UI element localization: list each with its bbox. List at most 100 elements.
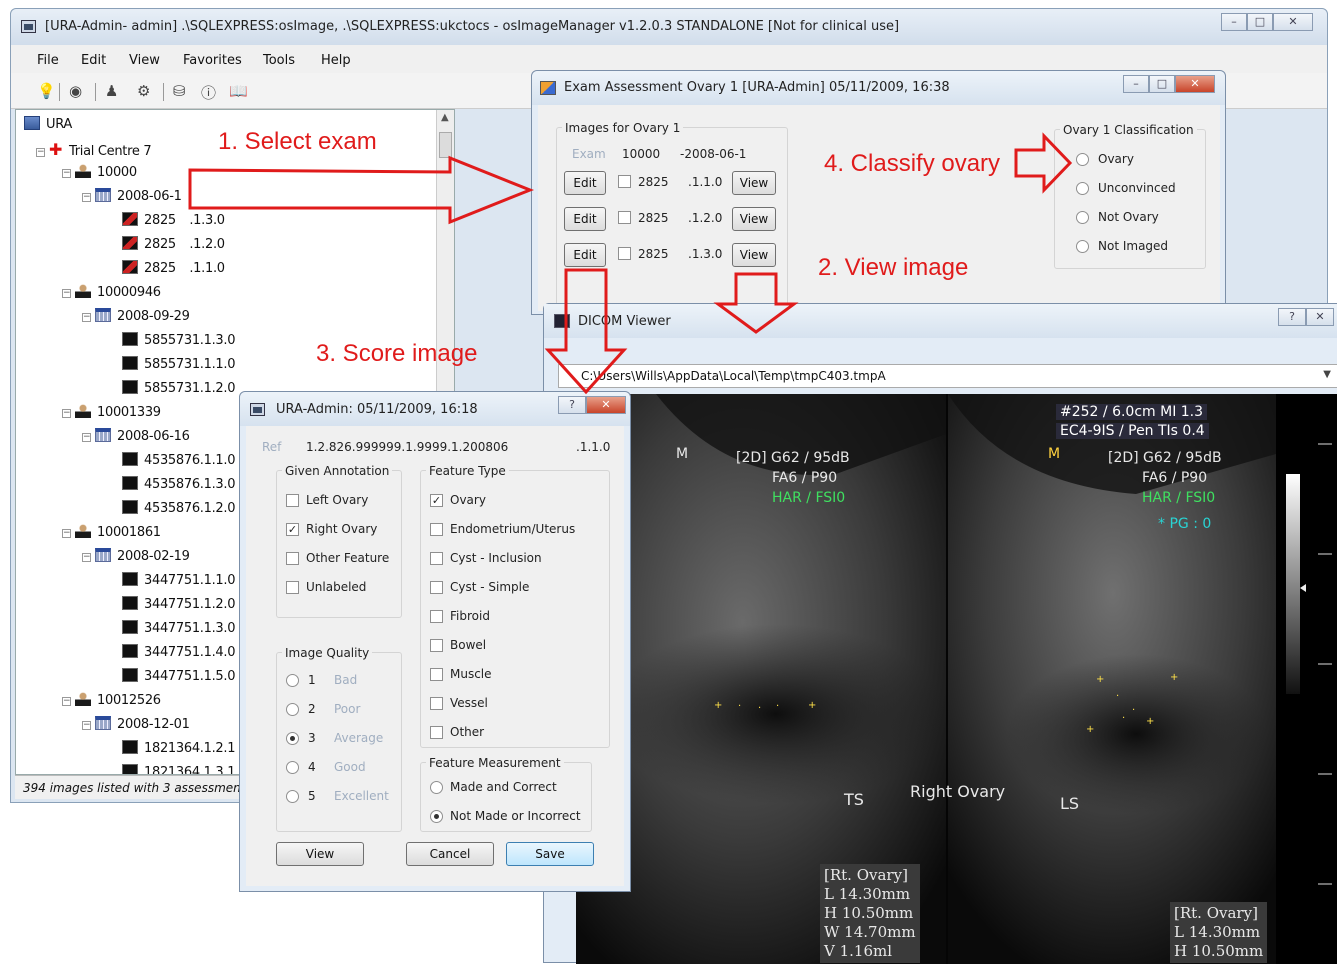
feature-vessel-checkbox[interactable] [430, 697, 443, 710]
ultrasound-image[interactable]: +... + +.. + + +. #252 / 6.0cm MI 1.3 EC4-9I… [576, 394, 1337, 964]
collapse-icon[interactable]: − [36, 148, 45, 157]
maximize-button[interactable]: □ [1247, 13, 1273, 31]
tree-image[interactable]: 2825 .1.3.0 [122, 212, 225, 228]
tree-patient[interactable]: −10001339 [62, 404, 161, 420]
tree-exam-date[interactable]: −2008-09-29 [82, 308, 190, 324]
score-close-button[interactable]: ✕ [586, 396, 626, 414]
feature-fibroid-checkbox[interactable] [430, 610, 443, 623]
image-row-checkbox[interactable] [618, 247, 631, 260]
menu-help[interactable]: Help [321, 53, 351, 68]
left-ovary-checkbox[interactable] [286, 494, 299, 507]
quality-5-radio[interactable] [286, 790, 299, 803]
score-view-button[interactable]: View [276, 842, 364, 866]
dicom-close-button[interactable]: ✕ [1306, 308, 1334, 326]
tree-image[interactable]: 3447751.1.3.0 [122, 620, 236, 636]
collapse-icon[interactable]: − [82, 193, 91, 202]
exam-close-button[interactable]: ✕ [1175, 75, 1215, 93]
feature-endometrium-checkbox[interactable] [430, 523, 443, 536]
users-settings-icon[interactable]: ⚙ [137, 82, 150, 100]
connect-icon[interactable]: ◉ [69, 82, 82, 100]
tree-image[interactable]: 2825 .1.2.0 [122, 236, 225, 252]
collapse-icon[interactable]: − [82, 553, 91, 562]
scroll-thumb[interactable] [439, 132, 452, 158]
score-cancel-button[interactable]: Cancel [406, 842, 494, 866]
tree-exam-date[interactable]: −2008-06-16 [82, 428, 190, 444]
edit-button[interactable]: Edit [564, 243, 606, 267]
image-row-checkbox[interactable] [618, 211, 631, 224]
tree-root[interactable]: URA [24, 116, 72, 132]
score-help-button[interactable]: ? [558, 396, 586, 414]
feature-muscle-checkbox[interactable] [430, 668, 443, 681]
tree-image[interactable]: 5855731.1.1.0 [122, 356, 236, 372]
tree-centre[interactable]: − ✚ Trial Centre 7 [36, 140, 152, 159]
tree-image[interactable]: 1821364.1.2.1 [122, 740, 236, 756]
tree-exam-date[interactable]: −2008-02-19 [82, 548, 190, 564]
feature-bowel-checkbox[interactable] [430, 639, 443, 652]
tree-image[interactable]: 4535876.1.2.0 [122, 500, 236, 516]
collapse-icon[interactable]: − [62, 289, 71, 298]
tree-image[interactable]: 4535876.1.1.0 [122, 452, 236, 468]
tree-image[interactable]: 5855731.1.2.0 [122, 380, 236, 396]
tree-image[interactable]: 2825 .1.1.0 [122, 260, 225, 276]
classify-unconvinced-radio[interactable] [1076, 182, 1089, 195]
menu-edit[interactable]: Edit [81, 53, 106, 68]
measurement-not-made-radio[interactable] [430, 810, 443, 823]
tree-image[interactable]: 4535876.1.3.0 [122, 476, 236, 492]
tree-image[interactable]: 3447751.1.4.0 [122, 644, 236, 660]
classify-not-ovary-radio[interactable] [1076, 211, 1089, 224]
right-ovary-checkbox[interactable]: ✓ [286, 523, 299, 536]
view-button[interactable]: View [732, 207, 776, 231]
score-save-button[interactable]: Save [506, 842, 594, 866]
database-icon[interactable]: ⛁ [173, 82, 186, 100]
tree-patient[interactable]: −10000 [62, 164, 137, 180]
scroll-up-icon[interactable]: ▲ [441, 112, 449, 123]
measurement-made-correct-radio[interactable] [430, 781, 443, 794]
classify-not-imaged-radio[interactable] [1076, 240, 1089, 253]
view-button[interactable]: View [732, 243, 776, 267]
dicom-path-combobox[interactable]: C:\Users\Wills\AppData\Local\Temp\tmpC40… [558, 364, 1337, 388]
view-button[interactable]: View [732, 171, 776, 195]
feature-cyst-simple-checkbox[interactable] [430, 581, 443, 594]
tree-patient[interactable]: −10000946 [62, 284, 161, 300]
tree-exam-date[interactable]: −2008-06-1 [82, 188, 182, 204]
tree-exam-date[interactable]: −2008-12-01 [82, 716, 190, 732]
unlabeled-checkbox[interactable] [286, 581, 299, 594]
exam-maximize-button[interactable]: □ [1149, 75, 1175, 93]
image-row-checkbox[interactable] [618, 175, 631, 188]
tree-image[interactable]: 3447751.1.5.0 [122, 668, 236, 684]
exam-minimize-button[interactable]: – [1123, 75, 1149, 93]
quality-4-radio[interactable] [286, 761, 299, 774]
collapse-icon[interactable]: − [82, 433, 91, 442]
feature-cyst-inclusion-checkbox[interactable] [430, 552, 443, 565]
tree-image[interactable]: 1821364.1.3.1 [122, 764, 236, 774]
menu-view[interactable]: View [129, 53, 160, 68]
help-book-icon[interactable]: 📖 [229, 82, 248, 100]
tree-image[interactable]: 3447751.1.2.0 [122, 596, 236, 612]
minimize-button[interactable]: – [1221, 13, 1247, 31]
menu-tools[interactable]: Tools [263, 53, 295, 68]
tree-image[interactable]: 3447751.1.1.0 [122, 572, 236, 588]
collapse-icon[interactable]: − [82, 721, 91, 730]
collapse-icon[interactable]: − [62, 169, 71, 178]
collapse-icon[interactable]: − [62, 529, 71, 538]
classify-ovary-radio[interactable] [1076, 153, 1089, 166]
menu-file[interactable]: File [37, 53, 59, 68]
tree-image[interactable]: 5855731.1.3.0 [122, 332, 236, 348]
other-feature-checkbox[interactable] [286, 552, 299, 565]
collapse-icon[interactable]: − [62, 409, 71, 418]
quality-3-radio[interactable] [286, 732, 299, 745]
info-icon[interactable]: ⓘ [201, 82, 216, 103]
feature-other-checkbox[interactable] [430, 726, 443, 739]
user-icon[interactable]: ♟ [105, 82, 118, 100]
tree-patient[interactable]: −10001861 [62, 524, 161, 540]
quality-2-radio[interactable] [286, 703, 299, 716]
collapse-icon[interactable]: − [62, 697, 71, 706]
tree-patient[interactable]: −10012526 [62, 692, 161, 708]
feature-ovary-checkbox[interactable]: ✓ [430, 494, 443, 507]
bulb-icon[interactable]: 💡 [37, 82, 56, 100]
edit-button[interactable]: Edit [564, 207, 606, 231]
dicom-help-button[interactable]: ? [1278, 308, 1306, 326]
menu-favorites[interactable]: Favorites [183, 53, 242, 68]
close-button[interactable]: ✕ [1273, 13, 1313, 31]
chevron-down-icon[interactable]: ▼ [1323, 369, 1331, 380]
